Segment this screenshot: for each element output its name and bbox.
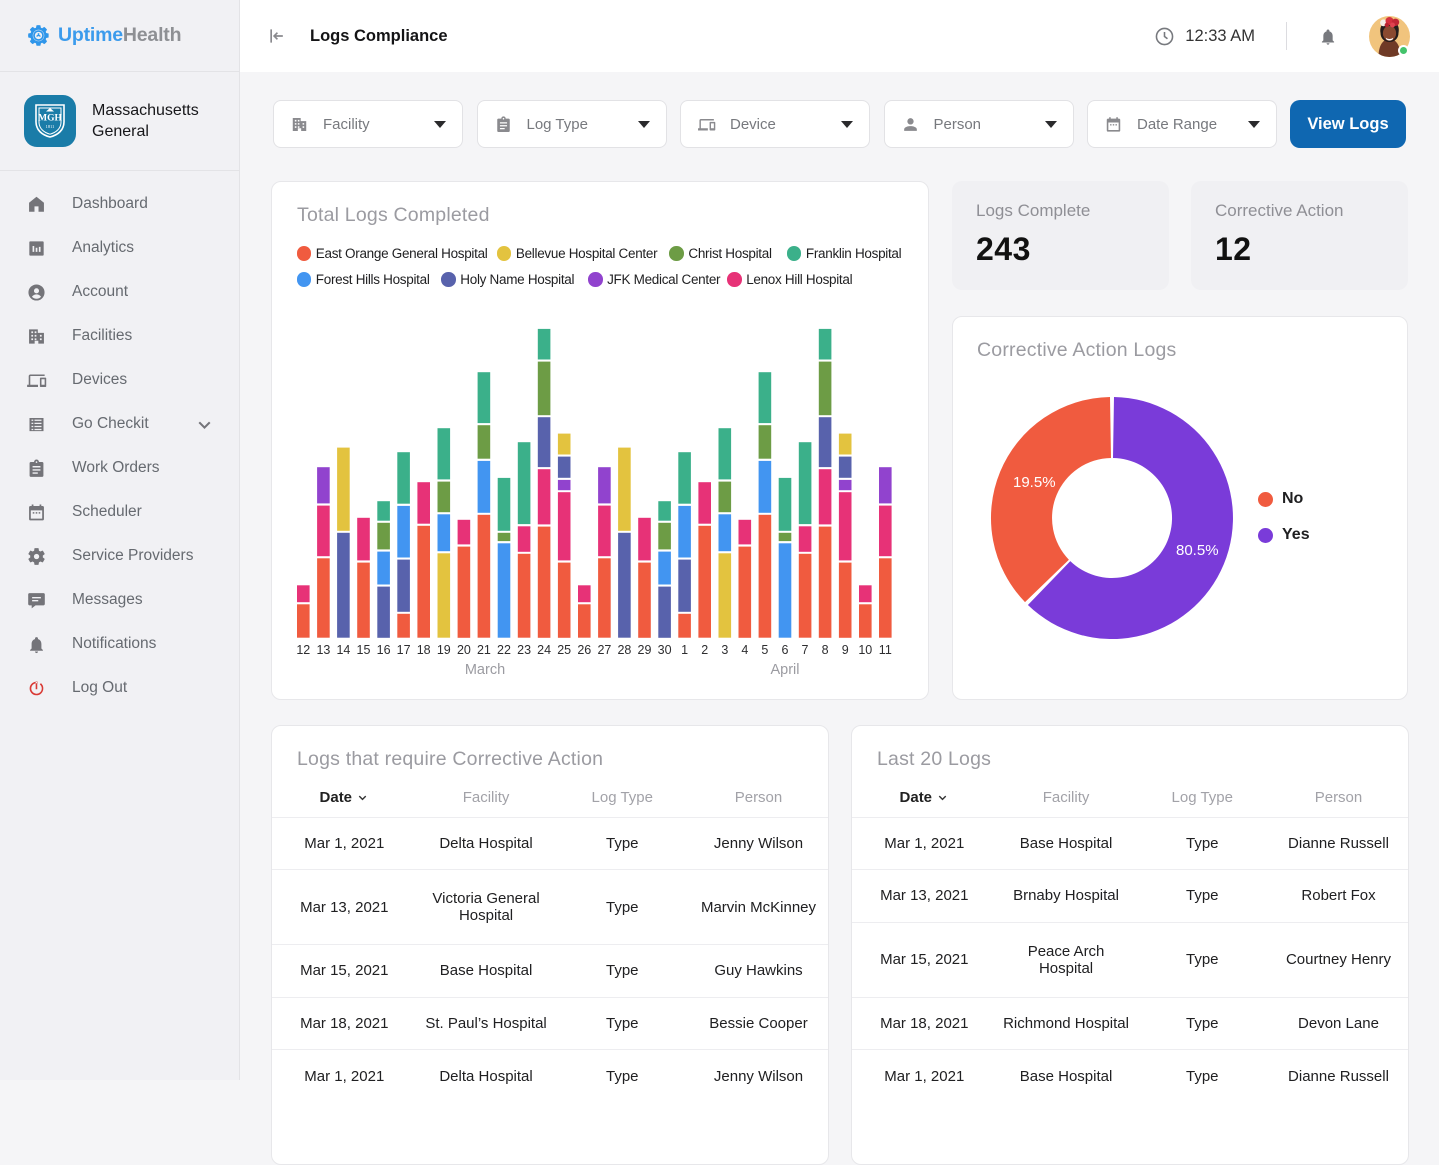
svg-text:25: 25 [557, 643, 571, 657]
svg-text:28: 28 [617, 643, 631, 657]
svg-text:13: 13 [316, 643, 330, 657]
svg-text:26: 26 [577, 643, 591, 657]
svg-text:27: 27 [597, 643, 611, 657]
svg-text:10: 10 [858, 643, 872, 657]
svg-text:March: March [465, 662, 505, 678]
svg-text:7: 7 [802, 643, 809, 657]
svg-text:14: 14 [336, 643, 350, 657]
svg-text:18: 18 [417, 643, 431, 657]
svg-text:17: 17 [397, 643, 411, 657]
svg-text:21: 21 [477, 643, 491, 657]
svg-text:15: 15 [357, 643, 371, 657]
svg-text:80.5%: 80.5% [1176, 542, 1219, 559]
svg-text:19: 19 [437, 643, 451, 657]
svg-text:MGH: MGH [38, 114, 62, 124]
svg-text:30: 30 [658, 643, 672, 657]
svg-text:23: 23 [517, 643, 531, 657]
svg-text:2: 2 [701, 643, 708, 657]
svg-text:29: 29 [638, 643, 652, 657]
svg-text:1: 1 [681, 643, 688, 657]
svg-text:1811: 1811 [46, 124, 55, 129]
svg-text:20: 20 [457, 643, 471, 657]
svg-text:3: 3 [721, 643, 728, 657]
svg-text:22: 22 [497, 643, 511, 657]
svg-text:April: April [770, 662, 799, 678]
svg-text:19.5%: 19.5% [1013, 474, 1056, 491]
svg-text:8: 8 [822, 643, 829, 657]
svg-text:5: 5 [761, 643, 768, 657]
svg-text:9: 9 [842, 643, 849, 657]
svg-text:24: 24 [537, 643, 551, 657]
svg-text:11: 11 [879, 643, 892, 657]
svg-text:4: 4 [741, 643, 748, 657]
svg-text:12: 12 [296, 643, 310, 657]
svg-text:16: 16 [377, 643, 391, 657]
svg-text:6: 6 [782, 643, 789, 657]
